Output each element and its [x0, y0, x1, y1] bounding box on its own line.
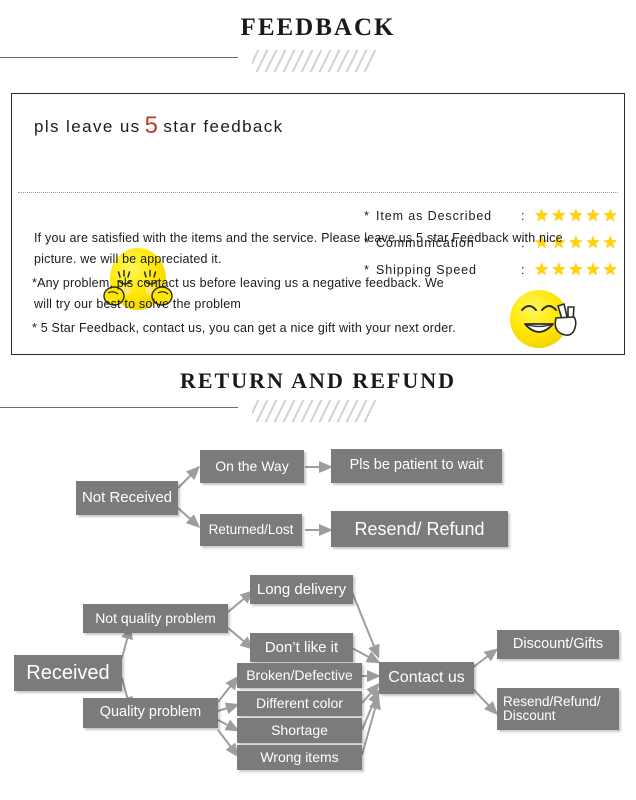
flow-node-returned-lost[interactable]: Returned/Lost — [200, 514, 302, 546]
star-icon: ★ — [602, 260, 619, 279]
flow-node-label: Not Received — [81, 489, 173, 507]
flow-node-dont-like-it[interactable]: Don’t like it — [250, 633, 353, 662]
star-icon: ★ — [602, 206, 619, 225]
headline-text-after: star feedback — [163, 117, 284, 136]
feedback-paragraph-line: picture. we will be appreciated it. — [34, 252, 222, 266]
rating-row: * Item as Described : ★ ★ ★ ★ ★ — [364, 202, 619, 229]
star-icon: ★ — [568, 260, 585, 279]
star-icon: ★ — [568, 233, 585, 252]
flow-node-label: Discount/Gifts — [512, 635, 604, 652]
star-icon: ★ — [585, 206, 602, 225]
flow-node-on-the-way[interactable]: On the Way — [200, 450, 304, 483]
rating-colon: : — [521, 208, 526, 223]
smiling-face-peace-sign-emoji — [508, 288, 580, 350]
feedback-panel: pls leave us 5 star feedback * Item as D… — [11, 93, 625, 355]
flow-node-label: Long delivery — [256, 580, 347, 598]
flow-node-shortage[interactable]: Shortage — [237, 718, 362, 743]
star-icon: ★ — [602, 233, 619, 252]
heading-rule-left — [0, 407, 238, 408]
flow-node-resend-refund[interactable]: Resend/ Refund — [331, 511, 508, 547]
flow-node-received[interactable]: Received — [14, 655, 122, 691]
star-icon: ★ — [551, 260, 568, 279]
rating-colon: : — [521, 262, 526, 277]
heading-rule-left — [0, 57, 238, 58]
flow-node-label: On the Way — [215, 458, 289, 475]
feedback-paragraph-line: * 5 Star Feedback, contact us, you can g… — [32, 321, 456, 335]
flow-node-label: Wrong items — [260, 749, 339, 766]
star-rating-item-as-described: ★ ★ ★ ★ ★ — [534, 207, 619, 224]
heading-hatch-decoration — [252, 400, 377, 422]
page-title-feedback: FEEDBACK — [240, 14, 396, 41]
flow-node-long-delivery[interactable]: Long delivery — [250, 575, 353, 604]
panel-divider — [18, 192, 618, 193]
feedback-section-header: FEEDBACK — [0, 0, 636, 90]
feedback-paragraph-line: If you are satisfied with the items and … — [34, 231, 563, 245]
page-title-return-and-refund: RETURN AND REFUND — [179, 368, 456, 393]
flow-node-label: Shortage — [271, 722, 328, 739]
return-section-header: RETURN AND REFUND — [0, 362, 636, 430]
flow-node-contact-us[interactable]: Contact us — [379, 662, 474, 694]
return-refund-flowchart: Not Received On the Way Pls be patient t… — [0, 430, 636, 800]
star-icon: ★ — [568, 206, 585, 225]
flow-node-label: Different color — [256, 695, 343, 712]
flow-node-discount-gifts[interactable]: Discount/Gifts — [497, 630, 619, 659]
flow-node-not-quality-problem[interactable]: Not quality problem — [83, 604, 228, 633]
flow-node-broken-defective[interactable]: Broken/Defective — [237, 663, 362, 688]
star-icon: ★ — [585, 260, 602, 279]
flow-node-different-color[interactable]: Different color — [237, 691, 362, 716]
bullet-asterisk-icon: * — [364, 262, 370, 277]
flow-node-label: Received — [26, 661, 110, 684]
headline-text-before: pls leave us — [34, 117, 141, 136]
flow-node-wrong-items[interactable]: Wrong items — [237, 745, 362, 770]
flow-node-label: Returned/Lost — [208, 521, 294, 537]
flow-node-label: Resend/ Refund — [354, 518, 485, 539]
flow-node-label: Contact us — [388, 668, 465, 686]
star-icon: ★ — [551, 206, 568, 225]
flow-node-label: Resend/Refund/ Discount — [503, 693, 601, 723]
flow-node-label: Pls be patient to wait — [349, 457, 484, 474]
feedback-paragraph-line: will try our best to solve the problem — [34, 297, 241, 311]
bullet-asterisk-icon: * — [364, 208, 370, 223]
star-icon: ★ — [585, 233, 602, 252]
flow-node-label: Quality problem — [99, 704, 202, 721]
rating-label: Shipping Speed — [376, 262, 477, 277]
flow-node-resend-refund-discount[interactable]: Resend/Refund/ Discount — [497, 688, 619, 730]
feedback-headline: pls leave us 5 star feedback — [34, 112, 284, 140]
flow-node-label: Not quality problem — [95, 610, 216, 627]
star-rating-shipping-speed: ★ ★ ★ ★ ★ — [534, 261, 619, 278]
flow-node-quality-problem[interactable]: Quality problem — [83, 698, 218, 728]
flow-node-label: Broken/Defective — [246, 667, 353, 684]
flow-node-label: Don’t like it — [264, 638, 339, 656]
headline-star-count: 5 — [144, 112, 160, 139]
feedback-paragraph-line: *Any problem, pls contact us before leav… — [32, 276, 444, 290]
star-icon: ★ — [534, 206, 551, 225]
flow-node-pls-be-patient-to-wait[interactable]: Pls be patient to wait — [331, 449, 502, 483]
rating-label: Item as Described — [376, 208, 493, 223]
star-icon: ★ — [534, 260, 551, 279]
flow-node-not-received[interactable]: Not Received — [76, 481, 178, 515]
heading-hatch-decoration — [252, 50, 377, 72]
